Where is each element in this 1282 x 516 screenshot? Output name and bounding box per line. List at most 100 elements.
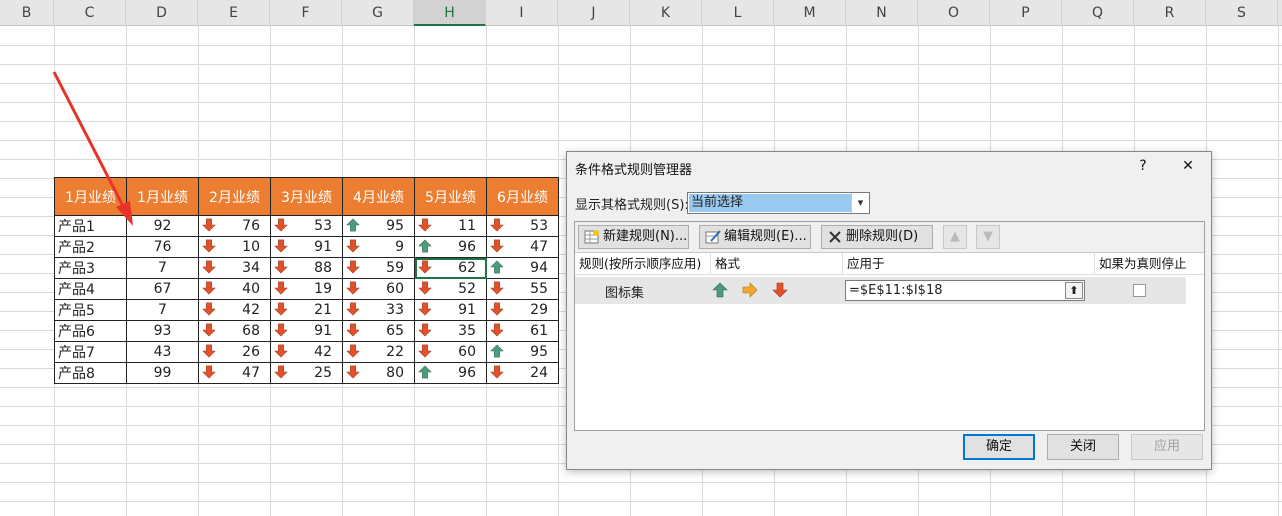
column-header-k[interactable]: K [630, 0, 702, 26]
icon-value-cell[interactable]: 42 [270, 341, 343, 363]
column-header-i[interactable]: I [486, 0, 558, 26]
icon-value-cell[interactable]: 94 [486, 257, 559, 279]
icon-value-cell[interactable]: 10 [198, 236, 271, 258]
column-header-l[interactable]: L [702, 0, 774, 26]
header-cell[interactable]: 4月业绩 [342, 177, 415, 216]
icon-value-cell[interactable]: 65 [342, 320, 415, 342]
icon-value-cell[interactable]: 24 [486, 362, 559, 384]
product-name-cell[interactable]: 产品3 [54, 257, 127, 279]
icon-value-cell[interactable]: 96 [414, 362, 487, 384]
close-button[interactable]: 关闭 [1047, 434, 1119, 460]
column-header-e[interactable]: E [198, 0, 270, 26]
value-cell[interactable]: 7 [126, 299, 199, 321]
column-header-m[interactable]: M [774, 0, 846, 26]
icon-value-cell[interactable]: 76 [198, 215, 271, 237]
icon-value-cell[interactable]: 9 [342, 236, 415, 258]
icon-value-cell[interactable]: 91 [270, 320, 343, 342]
column-header-h[interactable]: H [414, 0, 486, 26]
value-cell[interactable]: 67 [126, 278, 199, 300]
icon-value-cell[interactable]: 47 [486, 236, 559, 258]
icon-value-cell[interactable]: 21 [270, 299, 343, 321]
icon-value-cell[interactable]: 42 [198, 299, 271, 321]
header-cell[interactable]: 3月业绩 [270, 177, 343, 216]
applies-to-input[interactable]: =$E$11:$I$18 ⬆ [845, 280, 1085, 301]
icon-value-cell[interactable]: 96 [414, 236, 487, 258]
product-name-cell[interactable]: 产品4 [54, 278, 127, 300]
header-cell[interactable]: 1月业绩 [54, 177, 127, 216]
product-name-cell[interactable]: 产品1 [54, 215, 127, 237]
delete-rule-button[interactable]: 删除规则(D) [821, 225, 933, 249]
column-header-p[interactable]: P [990, 0, 1062, 26]
icon-value-cell[interactable]: 95 [342, 215, 415, 237]
icon-value-cell[interactable]: 53 [486, 215, 559, 237]
cell-value: 91 [314, 239, 332, 255]
icon-value-cell[interactable]: 60 [414, 341, 487, 363]
close-icon[interactable]: ✕ [1178, 156, 1198, 176]
arrow-down-icon [418, 323, 432, 337]
header-cell[interactable]: 2月业绩 [198, 177, 271, 216]
icon-value-cell[interactable]: 59 [342, 257, 415, 279]
column-header-b[interactable]: B [0, 0, 54, 26]
column-header-q[interactable]: Q [1062, 0, 1134, 26]
icon-value-cell[interactable]: 40 [198, 278, 271, 300]
apply-button[interactable]: 应用 [1131, 434, 1203, 460]
column-header-r[interactable]: R [1134, 0, 1206, 26]
value-cell[interactable]: 76 [126, 236, 199, 258]
product-name-cell[interactable]: 产品2 [54, 236, 127, 258]
header-cell[interactable]: 6月业绩 [486, 177, 559, 216]
rule-row[interactable]: 图标集 =$E$11:$I$18 ⬆ [575, 277, 1186, 304]
show-rules-select[interactable]: 当前选择 ▾ [687, 192, 870, 214]
column-header-f[interactable]: F [270, 0, 342, 26]
edit-rule-button[interactable]: 编辑规则(E)... [699, 225, 811, 249]
icon-value-cell[interactable]: 35 [414, 320, 487, 342]
icon-value-cell[interactable]: 52 [414, 278, 487, 300]
stop-if-true-checkbox[interactable] [1133, 284, 1146, 297]
value-cell[interactable]: 93 [126, 320, 199, 342]
icon-value-cell[interactable]: 68 [198, 320, 271, 342]
move-down-button[interactable]: ▼ [976, 225, 1000, 249]
value-cell[interactable]: 7 [126, 257, 199, 279]
icon-value-cell[interactable]: 11 [414, 215, 487, 237]
product-name-cell[interactable]: 产品5 [54, 299, 127, 321]
icon-value-cell[interactable]: 25 [270, 362, 343, 384]
icon-value-cell[interactable]: 19 [270, 278, 343, 300]
column-header-s[interactable]: S [1206, 0, 1278, 26]
value-cell[interactable]: 43 [126, 341, 199, 363]
arrow-down-icon [202, 323, 216, 337]
header-cell[interactable]: 5月业绩 [414, 177, 487, 216]
icon-value-cell[interactable]: 91 [270, 236, 343, 258]
chevron-down-icon[interactable]: ▾ [851, 193, 869, 213]
column-header-d[interactable]: D [126, 0, 198, 26]
icon-value-cell[interactable]: 91 [414, 299, 487, 321]
icon-value-cell[interactable]: 55 [486, 278, 559, 300]
icon-value-cell[interactable]: 61 [486, 320, 559, 342]
icon-value-cell[interactable]: 26 [198, 341, 271, 363]
icon-value-cell[interactable]: 88 [270, 257, 343, 279]
column-header-n[interactable]: N [846, 0, 918, 26]
product-name-cell[interactable]: 产品6 [54, 320, 127, 342]
column-header-j[interactable]: J [558, 0, 630, 26]
icon-value-cell[interactable]: 33 [342, 299, 415, 321]
icon-value-cell[interactable]: 34 [198, 257, 271, 279]
icon-value-cell[interactable]: 29 [486, 299, 559, 321]
ok-button[interactable]: 确定 [963, 434, 1035, 460]
help-button[interactable]: ? [1133, 156, 1153, 176]
value-cell[interactable]: 92 [126, 215, 199, 237]
value-cell[interactable]: 99 [126, 362, 199, 384]
icon-value-cell[interactable]: 22 [342, 341, 415, 363]
icon-value-cell[interactable]: 95 [486, 341, 559, 363]
icon-value-cell[interactable]: 53 [270, 215, 343, 237]
icon-value-cell[interactable]: 47 [198, 362, 271, 384]
column-header-g[interactable]: G [342, 0, 414, 26]
product-name-cell[interactable]: 产品8 [54, 362, 127, 384]
icon-value-cell[interactable]: 62 [414, 257, 487, 279]
new-rule-button[interactable]: 新建规则(N)... [578, 225, 689, 249]
product-name-cell[interactable]: 产品7 [54, 341, 127, 363]
collapse-range-button[interactable]: ⬆ [1065, 282, 1083, 299]
move-up-button[interactable]: ▲ [943, 225, 967, 249]
icon-value-cell[interactable]: 60 [342, 278, 415, 300]
header-cell[interactable]: 1月业绩 [126, 177, 199, 216]
column-header-o[interactable]: O [918, 0, 990, 26]
column-header-c[interactable]: C [54, 0, 126, 26]
icon-value-cell[interactable]: 80 [342, 362, 415, 384]
